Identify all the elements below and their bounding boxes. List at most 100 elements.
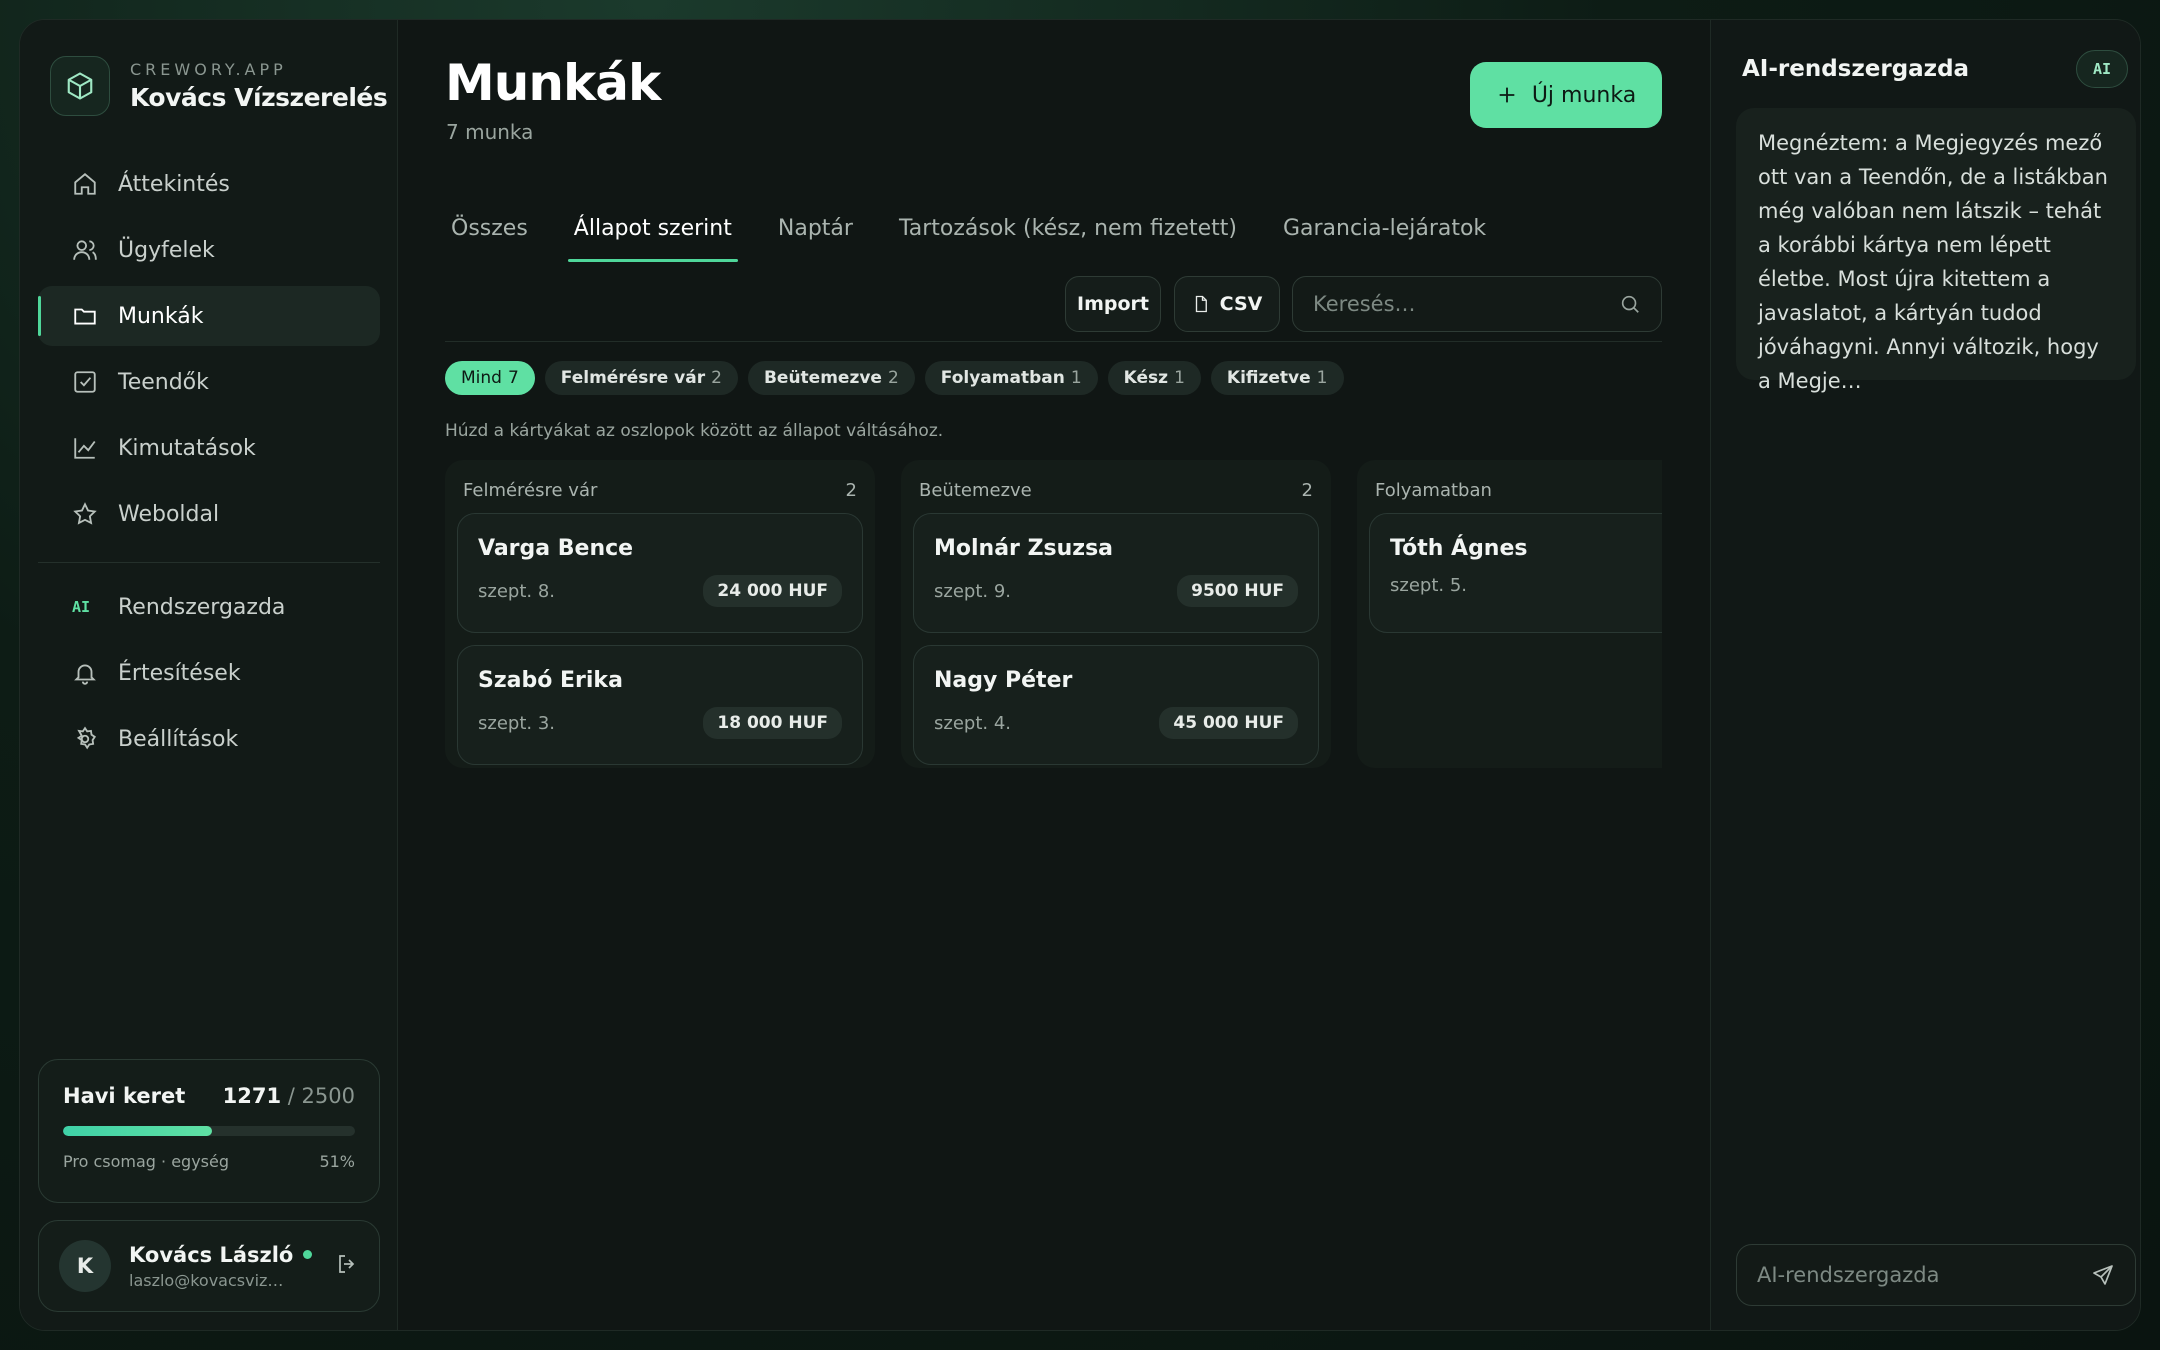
home-icon: [74, 173, 96, 195]
ai-assistant-panel: AI-rendszergazda Megnéztem: a Megjegyzés…: [1710, 20, 2140, 1330]
sidebar-item-kimutatasok[interactable]: Kimutatások: [38, 418, 380, 478]
user-card[interactable]: K Kovács László laszlo@kovacsvizszereles…: [38, 1220, 380, 1312]
sidebar-item-ertesitesek[interactable]: Értesítések: [38, 643, 380, 703]
quota-used: 1271: [222, 1084, 282, 1108]
chip-label: Kész: [1123, 368, 1169, 388]
job-card[interactable]: Szabó Erika szept. 3. 18 000 HUF: [457, 645, 863, 765]
sidebar-item-weboldal[interactable]: Weboldal: [38, 484, 380, 544]
filter-chip-folyamatban[interactable]: Folyamatban 1: [924, 361, 1098, 395]
chip-label: Folyamatban: [940, 368, 1065, 388]
app-window: CREWORY.APP Kovács Vízszerelés Áttekinté…: [19, 19, 2141, 1331]
card-price: 9500 HUF: [1177, 575, 1298, 607]
sidebar-item-label: Beállítások: [118, 726, 239, 752]
send-icon[interactable]: [2091, 1263, 2115, 1287]
avatar: K: [59, 1240, 111, 1292]
card-price: 24 000 HUF: [703, 575, 842, 607]
job-card[interactable]: Varga Bence szept. 8. 24 000 HUF: [457, 513, 863, 633]
card-client-name: Tóth Ágnes: [1390, 536, 1528, 561]
csv-button[interactable]: CSV: [1174, 276, 1280, 332]
chip-count: 2: [887, 368, 899, 388]
plus-icon: [1499, 87, 1515, 103]
user-name: Kovács László: [129, 1242, 294, 1267]
main-content: Munkák 7 munka Új munka Összes Állapot s…: [398, 20, 1710, 1330]
toolbar: Import CSV: [445, 256, 1662, 342]
tab-garancia-lejaratok[interactable]: Garancia-lejáratok: [1277, 198, 1492, 262]
sidebar-item-label: Teendők: [118, 369, 209, 395]
user-email: laszlo@kovacsvizszereles.hu: [129, 1270, 289, 1290]
logout-icon[interactable]: [335, 1252, 359, 1280]
card-date: szept. 4.: [934, 712, 1012, 734]
online-status-dot: [303, 1250, 313, 1259]
import-label: Import: [1077, 293, 1149, 315]
sidebar-item-label: Ügyfelek: [118, 237, 215, 263]
new-job-button[interactable]: Új munka: [1470, 62, 1662, 128]
filter-chip-mind[interactable]: Mind 7: [445, 361, 535, 395]
chip-count: 1: [1174, 368, 1185, 388]
checkbox-icon: [74, 371, 96, 393]
users-icon: [73, 240, 97, 260]
import-button[interactable]: Import: [1065, 276, 1161, 332]
filter-chip-felmeresre-var[interactable]: Felmérésre vár 2: [544, 361, 738, 395]
filter-chip-beutemezve[interactable]: Beütemezve 2: [747, 361, 915, 395]
sidebar-item-teendok[interactable]: Teendők: [38, 352, 380, 412]
ai-panel-title: AI-rendszergazda: [1742, 56, 1970, 82]
chip-label: Beütemezve: [763, 368, 882, 388]
card-price: 18 000 HUF: [703, 707, 842, 739]
brand[interactable]: CREWORY.APP Kovács Vízszerelés: [50, 56, 388, 116]
drag-hint: Húzd a kártyákat az oszlopok között az á…: [445, 421, 944, 441]
filter-chip-kesz[interactable]: Kész 1: [1107, 361, 1201, 395]
card-client-name: Varga Bence: [478, 536, 634, 561]
column-title: Beütemezve: [919, 480, 1032, 501]
brand-domain: CREWORY.APP: [130, 60, 287, 79]
ai-badge: AI: [2076, 50, 2128, 88]
column-title: Felmérésre vár: [463, 480, 598, 501]
kanban-column-folyamatban: Folyamatban Tóth Ágnes szept. 5.: [1357, 460, 1662, 768]
sidebar-item-label: Rendszergazda: [118, 594, 286, 620]
kanban-board: Felmérésre vár 2 Varga Bence szept. 8. 2…: [445, 460, 1662, 770]
sidebar-item-munkak[interactable]: Munkák: [38, 286, 380, 346]
job-card[interactable]: Tóth Ágnes szept. 5.: [1369, 513, 1662, 633]
chip-count: 1: [1070, 368, 1082, 388]
chip-label: Felmérésre vár: [560, 368, 706, 388]
search-icon[interactable]: [1619, 293, 1641, 315]
tab-osszes[interactable]: Összes: [445, 198, 534, 262]
tab-tartozasok[interactable]: Tartozások (kész, nem fizetett): [893, 198, 1243, 262]
new-job-label: Új munka: [1531, 82, 1637, 108]
column-count: 2: [845, 480, 857, 501]
kanban-column-felmeresre-var: Felmérésre vár 2 Varga Bence szept. 8. 2…: [445, 460, 875, 768]
card-client-name: Nagy Péter: [934, 668, 1073, 693]
search-input[interactable]: [1313, 292, 1619, 316]
ai-message: Megnéztem: a Megjegyzés mező ott van a T…: [1736, 108, 2136, 393]
ai-chat-input[interactable]: [1757, 1263, 2091, 1287]
job-card[interactable]: Molnár Zsuzsa szept. 9. 9500 HUF: [913, 513, 1319, 633]
card-client-name: Molnár Zsuzsa: [934, 536, 1114, 561]
quota-title: Havi keret: [63, 1084, 186, 1108]
sidebar-item-label: Értesítések: [118, 660, 241, 686]
sidebar-divider: [38, 562, 380, 563]
tab-allapot-szerint[interactable]: Állapot szerint: [567, 198, 738, 262]
sidebar-item-ugyfelek[interactable]: Ügyfelek: [38, 220, 380, 280]
sidebar-item-label: Áttekintés: [118, 171, 230, 197]
ai-input-box: [1736, 1244, 2136, 1306]
sidebar-item-attekintes[interactable]: Áttekintés: [38, 154, 380, 214]
monthly-quota-card: Havi keret 1271 / 2500 Pro csomag · egys…: [38, 1059, 380, 1203]
tab-naptar[interactable]: Naptár: [772, 198, 859, 262]
quota-progress-fill: [63, 1126, 212, 1136]
chip-label: Kifizetve: [1226, 368, 1311, 388]
star-icon: [73, 502, 97, 525]
chip-count: 2: [711, 368, 722, 388]
status-filter-chips: Mind 7 Felmérésre vár 2 Beütemezve 2 Folyam…: [445, 361, 1344, 395]
job-card[interactable]: Nagy Péter szept. 4. 45 000 HUF: [913, 645, 1319, 765]
card-date: szept. 9.: [934, 580, 1012, 602]
file-icon: [1195, 295, 1207, 313]
chart-icon: [74, 438, 96, 459]
card-client-name: Szabó Erika: [478, 668, 623, 693]
column-title: Folyamatban: [1375, 480, 1492, 501]
sidebar-item-rendszergazda[interactable]: AI Rendszergazda: [38, 577, 380, 637]
card-date: szept. 8.: [478, 580, 556, 602]
ai-icon: AI: [72, 598, 91, 616]
page-subtitle: 7 munka: [446, 120, 534, 144]
sidebar-item-beallitasok[interactable]: Beállítások: [38, 709, 380, 769]
filter-chip-kifizetve[interactable]: Kifizetve 1: [1210, 361, 1344, 395]
csv-label: CSV: [1219, 293, 1263, 315]
